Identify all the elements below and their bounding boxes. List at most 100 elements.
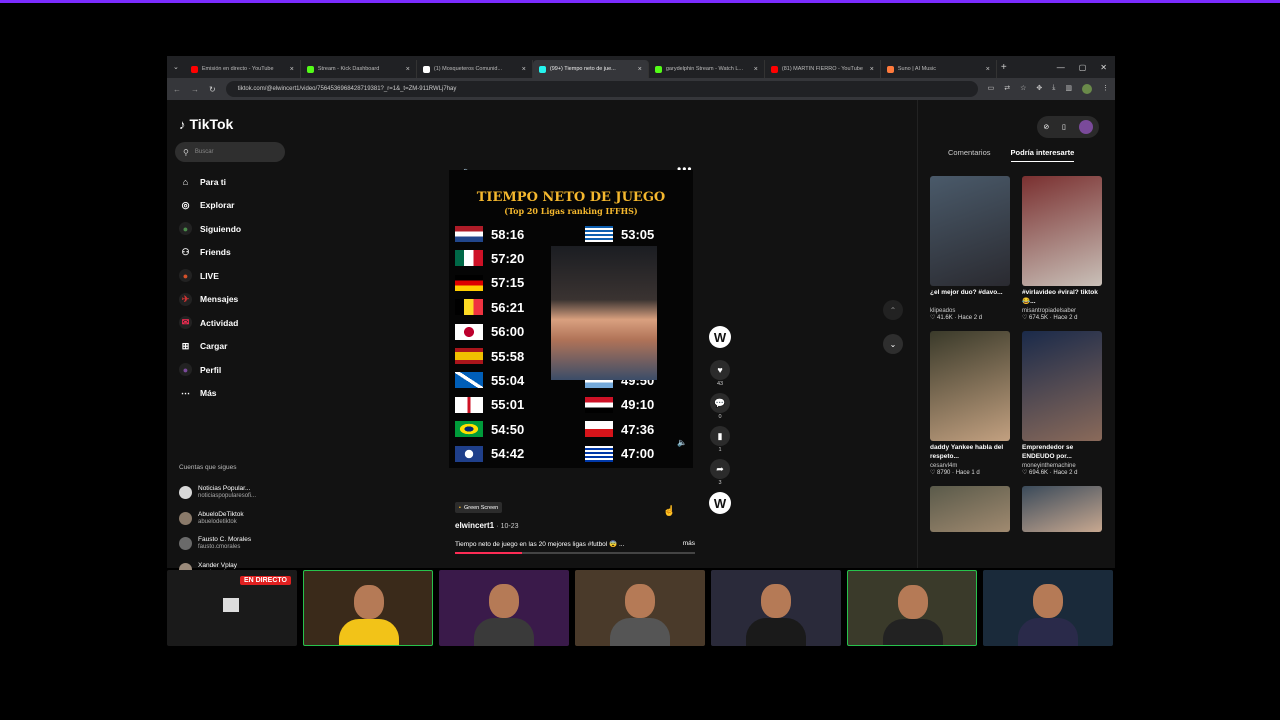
more-link[interactable]: más: [683, 540, 695, 547]
germany-flag-icon: [455, 274, 483, 291]
creator-avatar[interactable]: W: [709, 326, 731, 348]
tab-comentarios[interactable]: Comentarios: [948, 148, 991, 162]
webcam-feed[interactable]: [847, 570, 977, 646]
tab-close-icon[interactable]: ×: [290, 66, 294, 73]
tab-close-icon[interactable]: ×: [406, 66, 410, 73]
sidebar-item-actividad[interactable]: ✉ Actividad: [179, 311, 241, 335]
tab-close-icon[interactable]: ×: [522, 66, 526, 73]
tiktok-note-icon: ♪: [179, 116, 186, 132]
video-player[interactable]: TIEMPO NETO DE JUEGO (Top 20 Ligas ranki…: [449, 170, 693, 468]
video-progress[interactable]: [455, 552, 695, 554]
green-screen-badge[interactable]: ▪ Green Screen: [455, 502, 503, 513]
following-account[interactable]: AbueloDeTiktok abuelodetiktok: [179, 506, 256, 532]
video-author[interactable]: elwincert1 · 10-23: [455, 521, 519, 530]
comment-button[interactable]: 💬: [710, 393, 730, 413]
streamer-body: [746, 618, 806, 646]
minimize-icon[interactable]: —: [1057, 63, 1065, 72]
screen-share-icon: [223, 598, 239, 612]
next-video-button[interactable]: ⌄: [883, 334, 903, 354]
sidebar-item-explorar[interactable]: ◎ Explorar: [179, 194, 241, 218]
video-card[interactable]: daddy Yankee habla del respeto... cesarvl…: [930, 331, 1012, 476]
streamer-overlay: [551, 246, 657, 380]
sidebar-item-live[interactable]: ● LIVE: [179, 264, 241, 288]
browser-tab[interactable]: Suno | AI Music ×: [881, 60, 997, 78]
webcam-feed[interactable]: [711, 570, 841, 646]
cast-icon[interactable]: ▭: [988, 84, 995, 94]
browser-tab[interactable]: garydelphin Stream - Watch L... ×: [649, 60, 765, 78]
webcam-feed[interactable]: [439, 570, 569, 646]
translate-icon[interactable]: ⇄: [1004, 84, 1010, 94]
account-name: Noticias Popular...: [198, 485, 251, 493]
search-input[interactable]: ⚲ Buscar: [175, 142, 285, 162]
sidebar-item-label: LIVE: [200, 270, 219, 281]
sidebar-item-mensajes[interactable]: ✈ Mensajes: [179, 288, 241, 312]
url-field[interactable]: tiktok.com/@elwincert1/video/75645369684…: [225, 81, 978, 97]
net-time: 55:04: [491, 372, 525, 388]
browser-tab[interactable]: Stream - Kick Dashboard ×: [301, 60, 417, 78]
league-row: 53:05: [585, 226, 654, 242]
tab-favicon-icon: [770, 65, 778, 73]
tab-close-icon[interactable]: ×: [638, 66, 642, 73]
tiktok-page: ♪ TikTok ⚲ Buscar ⌂ Para ti ◎ Explorar ● Sigu…: [167, 100, 1115, 602]
tab-search-icon[interactable]: ⌄: [167, 63, 185, 71]
tab-podría-interesarte[interactable]: Podría interesarte: [1010, 148, 1075, 162]
sidebar-item-más[interactable]: ⋯ Más: [179, 382, 241, 406]
recommendations-grid: ¿el mejor duo? #davo... klipeados ♡ 41.6K …: [930, 176, 1108, 532]
menu-kebab-icon[interactable]: ⋮: [1102, 84, 1109, 94]
extensions-icon[interactable]: ✥: [1036, 84, 1042, 94]
sidebar-item-cargar[interactable]: ⊞ Cargar: [179, 335, 241, 359]
close-window-icon[interactable]: ✕: [1100, 63, 1107, 72]
download-icon[interactable]: ⤓: [1052, 84, 1055, 94]
tiktok-logo[interactable]: ♪ TikTok: [179, 116, 233, 132]
tab-close-icon[interactable]: ×: [754, 66, 758, 73]
sidebar-item-para-ti[interactable]: ⌂ Para ti: [179, 170, 241, 194]
browser-tab[interactable]: (99+) Tiempo neto de jue... ×: [532, 60, 649, 78]
video-card[interactable]: [1022, 486, 1104, 532]
sound-avatar[interactable]: W: [709, 492, 731, 514]
streamer-head: [1033, 584, 1063, 618]
device-icon[interactable]: ▯: [1062, 123, 1066, 131]
video-card[interactable]: [930, 486, 1012, 532]
league-row: 55:01: [455, 396, 524, 413]
webcam-feed[interactable]: [575, 570, 705, 646]
panel-controls: ⊘ ▯: [1037, 116, 1099, 138]
caption-text: Tiempo neto de juego en las 20 mejores l…: [455, 541, 625, 548]
video-card[interactable]: #virlavideo #viral? tiktok 😂... misantrop…: [1022, 176, 1104, 321]
reload-icon[interactable]: ↻: [209, 85, 216, 94]
profile-avatar-icon[interactable]: [1082, 84, 1092, 94]
net-time: 57:20: [491, 250, 525, 266]
browser-tab[interactable]: (81) MARTIN FIERRO - YouTube ×: [765, 60, 881, 78]
sidebar-item-perfil[interactable]: ● Perfil: [179, 358, 241, 382]
save-button[interactable]: ▮: [710, 426, 730, 446]
browser-tab[interactable]: (1) Mosqueteros Comunid... ×: [417, 60, 533, 78]
home-icon: ⌂: [182, 176, 189, 187]
sidebar-item-siguiendo[interactable]: ● Siguiendo: [179, 217, 241, 241]
like-button[interactable]: ♥: [710, 360, 730, 380]
address-actions: ▭ ⇄ ☆ ✥ ⤓ ▥ ⋮: [988, 84, 1109, 94]
maximize-icon[interactable]: ▢: [1079, 63, 1087, 72]
new-tab-button[interactable]: +: [1001, 62, 1007, 73]
following-account[interactable]: Fausto C. Morales fausto.cmorales: [179, 531, 256, 557]
block-icon[interactable]: ⊘: [1043, 123, 1049, 131]
tab-close-icon[interactable]: ×: [870, 66, 874, 73]
messages-icon: ✈: [179, 292, 192, 306]
browser-tab[interactable]: Emisión en directo - YouTube ×: [185, 60, 301, 78]
webcam-feed[interactable]: [303, 570, 433, 646]
user-avatar[interactable]: [1078, 120, 1093, 134]
tab-close-icon[interactable]: ×: [986, 66, 990, 73]
forward-icon[interactable]: →: [191, 85, 199, 94]
video-card[interactable]: Emprendedor se ENDEUDO por... moneyinthem…: [1022, 331, 1104, 476]
previous-video-button[interactable]: ⌃: [883, 300, 903, 320]
sidebar-item-friends[interactable]: ⚇ Friends: [179, 241, 241, 265]
back-icon[interactable]: ←: [173, 85, 181, 94]
following-account[interactable]: Noticias Popular... noticiaspopularesofi.…: [179, 480, 256, 506]
tab-favicon-icon: [306, 65, 314, 73]
sidebar-icon[interactable]: ▥: [1065, 84, 1072, 94]
video-volume-icon[interactable]: 🔈: [677, 438, 687, 447]
share-button[interactable]: ➦: [710, 459, 730, 479]
webcam-feed[interactable]: EN DIRECTO: [167, 570, 297, 646]
bookmark-star-icon[interactable]: ☆: [1020, 84, 1026, 94]
video-card[interactable]: ¿el mejor duo? #davo... klipeados ♡ 41.6K …: [930, 176, 1012, 321]
league-row: 56:21: [455, 299, 524, 316]
webcam-feed[interactable]: [983, 570, 1113, 646]
